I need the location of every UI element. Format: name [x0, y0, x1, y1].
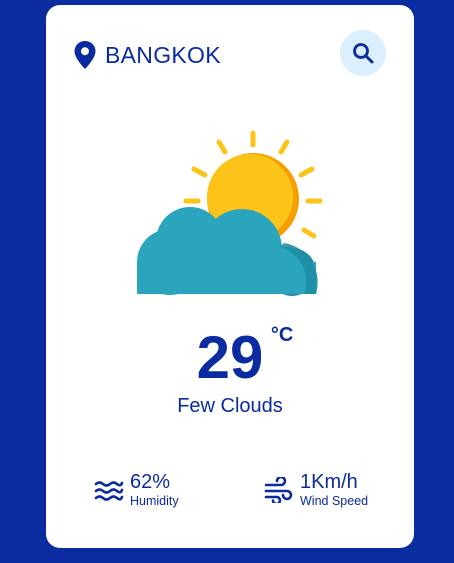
card-header: BANGKOK [74, 30, 386, 85]
humidity-label: Humidity [130, 494, 179, 508]
humidity-text: 62% Humidity [130, 471, 179, 509]
humidity-waves-icon [94, 481, 124, 501]
map-pin-icon [74, 41, 96, 69]
location: BANGKOK [74, 39, 221, 71]
wind-stat: 1Km/h Wind Speed [264, 471, 368, 509]
temperature-value: 29 °C [196, 323, 294, 393]
city-name: BANGKOK [105, 41, 221, 68]
weather-condition: Few Clouds [177, 395, 283, 417]
wind-value: 1Km/h [300, 471, 358, 493]
search-icon [353, 43, 374, 64]
search-button[interactable] [340, 30, 386, 76]
sun-behind-cloud-icon [137, 130, 323, 296]
humidity-value: 62% [130, 471, 171, 493]
weather-card: BANGKOK 29 °C Few Clouds 62% Humidity 1K… [46, 5, 414, 548]
temperature: 29 °C [46, 323, 414, 393]
temperature-number: 29 [196, 324, 264, 391]
temperature-unit: °C [270, 324, 294, 346]
wind-label: Wind Speed [300, 494, 369, 508]
wind-text: 1Km/h Wind Speed [300, 471, 368, 509]
wind-icon [264, 477, 293, 503]
humidity-stat: 62% Humidity [94, 471, 179, 509]
